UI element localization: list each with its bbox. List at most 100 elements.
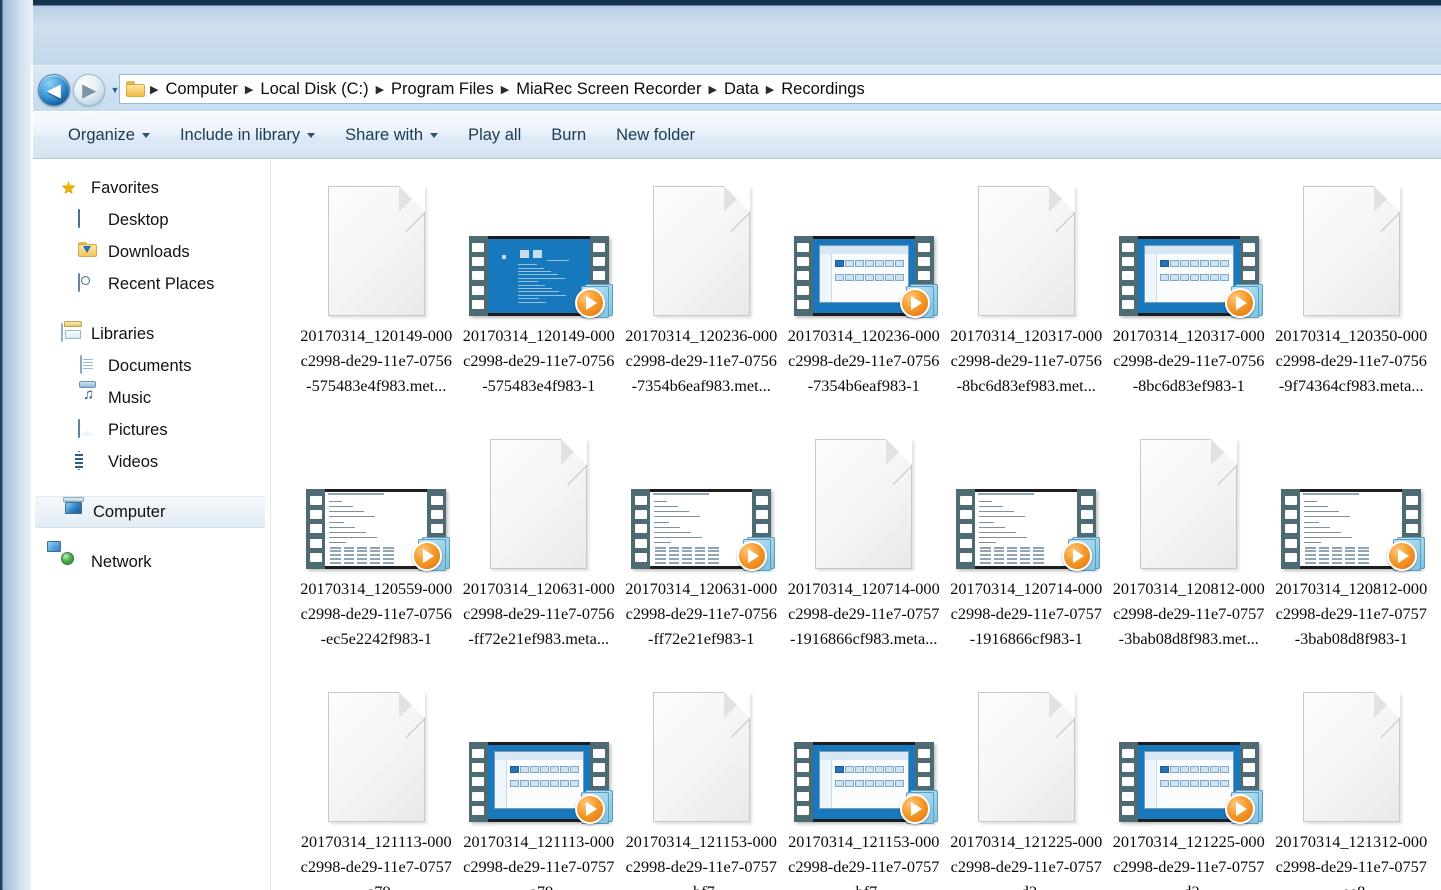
file-list-pane[interactable]: 20170314_120149-000c2998-de29-11e7-0756-… [272, 160, 1441, 890]
file-item[interactable]: 20170314_120149-000c2998-de29-11e7-0756-… [458, 166, 621, 419]
sidebar-item-recent-places[interactable]: Recent Places [33, 268, 270, 300]
toolbar-item-label: Burn [551, 125, 587, 144]
video-thumbnail-icon [1281, 489, 1426, 571]
breadcrumb-item-local-disk-c[interactable]: Local Disk (C:) [255, 78, 373, 101]
sidebar-item-desktop[interactable]: Desktop [33, 204, 270, 236]
breadcrumb-separator: ▶ [500, 83, 510, 96]
file-name-label: 20170314_121113-000c2998-de29-11e7-0757-… [300, 832, 452, 890]
sidebar-item-pictures[interactable]: Pictures [33, 414, 270, 446]
file-item[interactable]: 20170314_120714-000c2998-de29-11e7-0757-… [945, 419, 1108, 672]
video-thumbnail-icon [631, 489, 776, 571]
file-item[interactable]: 9 [1433, 672, 1441, 890]
file-item[interactable]: 20170314_120236-000c2998-de29-11e7-0756-… [783, 166, 946, 419]
document-icon [490, 439, 588, 569]
file-item[interactable]: 20170314_120 [1433, 166, 1441, 419]
downloads-folder-icon [78, 242, 100, 262]
file-name-label: 20170314_120317-000c2998-de29-11e7-0756-… [1112, 326, 1265, 395]
network-globe-icon [47, 541, 83, 572]
file-name-label: 20170314_120149-000c2998-de29-11e7-0756-… [462, 326, 615, 395]
sidebar-item-downloads[interactable]: Downloads [33, 236, 270, 268]
file-item[interactable]: 20170314_121225-000c2998-de29-11e7-0757-… [945, 672, 1108, 890]
video-thumbnail-icon [1118, 742, 1263, 824]
toolbar-item-burn[interactable]: Burn [539, 120, 598, 151]
sidebar-item-computer[interactable]: Computer [35, 496, 265, 528]
toolbar-item-organize[interactable]: Organize [56, 120, 162, 151]
sidebar-group-spacer [33, 478, 270, 496]
sidebar-item-libraries[interactable]: Libraries [33, 318, 270, 350]
file-item[interactable]: 20170314_121225-000c2998-de29-11e7-0757-… [1108, 672, 1271, 890]
back-button[interactable]: ◀ [38, 74, 70, 106]
file-thumbnail [1281, 423, 1426, 571]
breadcrumb-item-recordings[interactable]: Recordings [776, 78, 869, 101]
toolbar-item-share-with[interactable]: Share with [333, 120, 450, 151]
file-item[interactable]: 20170314_120236-000c2998-de29-11e7-0756-… [620, 166, 783, 419]
file-item[interactable]: 20170314_120317-000c2998-de29-11e7-0756-… [945, 166, 1108, 419]
sidebar-item-network[interactable]: Network [33, 541, 270, 578]
breadcrumb-item-miarec-screen-recorder[interactable]: MiaRec Screen Recorder [511, 78, 706, 101]
breadcrumb-separator: ▶ [244, 83, 254, 96]
film-perforations-left [793, 742, 813, 822]
document-icon [815, 439, 913, 569]
file-name-label: 20170314_120631-000c2998-de29-11e7-0756-… [625, 579, 778, 648]
film-perforations-left [1118, 236, 1138, 316]
breadcrumb-separator: ▶ [765, 83, 775, 96]
file-name-label: 20170314_120236-000c2998-de29-11e7-0756-… [625, 326, 778, 395]
breadcrumb-item-program-files[interactable]: Program Files [386, 78, 499, 101]
file-item[interactable]: 20170314_120631-000c2998-de29-11e7-0756-… [458, 419, 621, 672]
breadcrumb-separator: ▶ [375, 83, 385, 96]
file-thumbnail [1281, 676, 1421, 822]
libraries-icon [61, 323, 83, 344]
file-item[interactable]: 20170314_121153-000c2998-de29-11e7-0757-… [783, 672, 946, 890]
sidebar-item-videos[interactable]: Videos [33, 446, 270, 478]
toolbar-item-include-in-library[interactable]: Include in library [168, 120, 327, 151]
toolbar-item-play-all[interactable]: Play all [456, 120, 533, 151]
sidebar-item-music[interactable]: ♫ Music [33, 381, 270, 414]
folder-icon [126, 81, 146, 97]
play-overlay-icon [574, 282, 615, 322]
file-item[interactable]: 20170314_120149-000c2998-de29-11e7-0756-… [295, 166, 458, 419]
video-thumbnail-icon [1118, 236, 1263, 318]
file-item[interactable]: 20170314_120559-000c2998-de29-11e7-0756-… [295, 419, 458, 672]
file-name-label: 20170314_121225-000c2998-de29-11e7-0757-… [1112, 832, 1265, 890]
file-item[interactable]: 20170314_120812-000c2998-de29-11e7-0757-… [1270, 419, 1433, 672]
file-item[interactable]: 20170314_121312-000c2998-de29-11e7-0757-… [1270, 672, 1433, 890]
file-item[interactable]: 20170314_120714-000c2998-de29-11e7-0757-… [783, 419, 946, 672]
breadcrumb-separator: ▶ [708, 83, 717, 96]
video-thumbnail-icon [793, 236, 938, 318]
video-film-icon [78, 451, 100, 472]
chevron-down-icon [430, 132, 439, 138]
sidebar-item-label: Computer [93, 502, 166, 521]
sidebar-item-documents[interactable]: Documents [33, 350, 270, 382]
toolbar-item-label: Organize [68, 125, 135, 144]
forward-button[interactable]: ▶ [73, 74, 105, 106]
command-toolbar: Organize Include in library Share with Play… [33, 111, 1441, 159]
file-item[interactable]: 20170314_120631-000c2998-de29-11e7-0756-… [620, 419, 783, 672]
breadcrumb-item-computer[interactable]: Computer [160, 78, 242, 101]
forward-arrow-icon: ▶ [82, 80, 96, 100]
file-name-label: 20170314_120559-000c2998-de29-11e7-0756-… [300, 579, 453, 648]
play-overlay-icon [574, 788, 615, 828]
file-item[interactable]: 9 [1433, 419, 1441, 672]
file-item[interactable]: 20170314_121153-000c2998-de29-11e7-0757-… [620, 672, 783, 890]
file-item[interactable]: 20170314_120812-000c2998-de29-11e7-0757-… [1108, 419, 1271, 672]
file-item[interactable]: 20170314_120317-000c2998-de29-11e7-0756-… [1108, 166, 1271, 419]
sidebar-item-favorites[interactable]: ★ Favorites [33, 172, 270, 204]
file-item[interactable]: 20170314_120350-000c2998-de29-11e7-0756-… [1270, 166, 1433, 419]
file-thumbnail [1118, 170, 1263, 318]
breadcrumb-separator: ▶ [150, 83, 159, 96]
window-title-bar [0, 0, 1441, 66]
video-thumbnail-icon [306, 489, 451, 571]
document-icon [652, 692, 751, 822]
film-perforations-left [468, 742, 488, 822]
desktop-monitor-icon [78, 209, 100, 230]
video-thumbnail-icon [956, 489, 1101, 571]
sidebar-item-label: Libraries [91, 324, 155, 343]
back-arrow-icon: ◀ [47, 80, 61, 100]
breadcrumb-item-data[interactable]: Data [719, 78, 764, 101]
file-thumbnail [306, 423, 451, 571]
breadcrumb-bar[interactable]: ▶ Computer ▶ Local Disk (C:) ▶ Program Files ▶… [119, 74, 1441, 104]
file-item[interactable]: 20170314_121113-000c2998-de29-11e7-0757-… [295, 672, 458, 890]
chevron-down-icon [307, 132, 316, 138]
file-item[interactable]: 20170314_121113-000c2998-de29-11e7-0757-… [458, 672, 621, 890]
toolbar-item-new-folder[interactable]: New folder [604, 120, 707, 151]
